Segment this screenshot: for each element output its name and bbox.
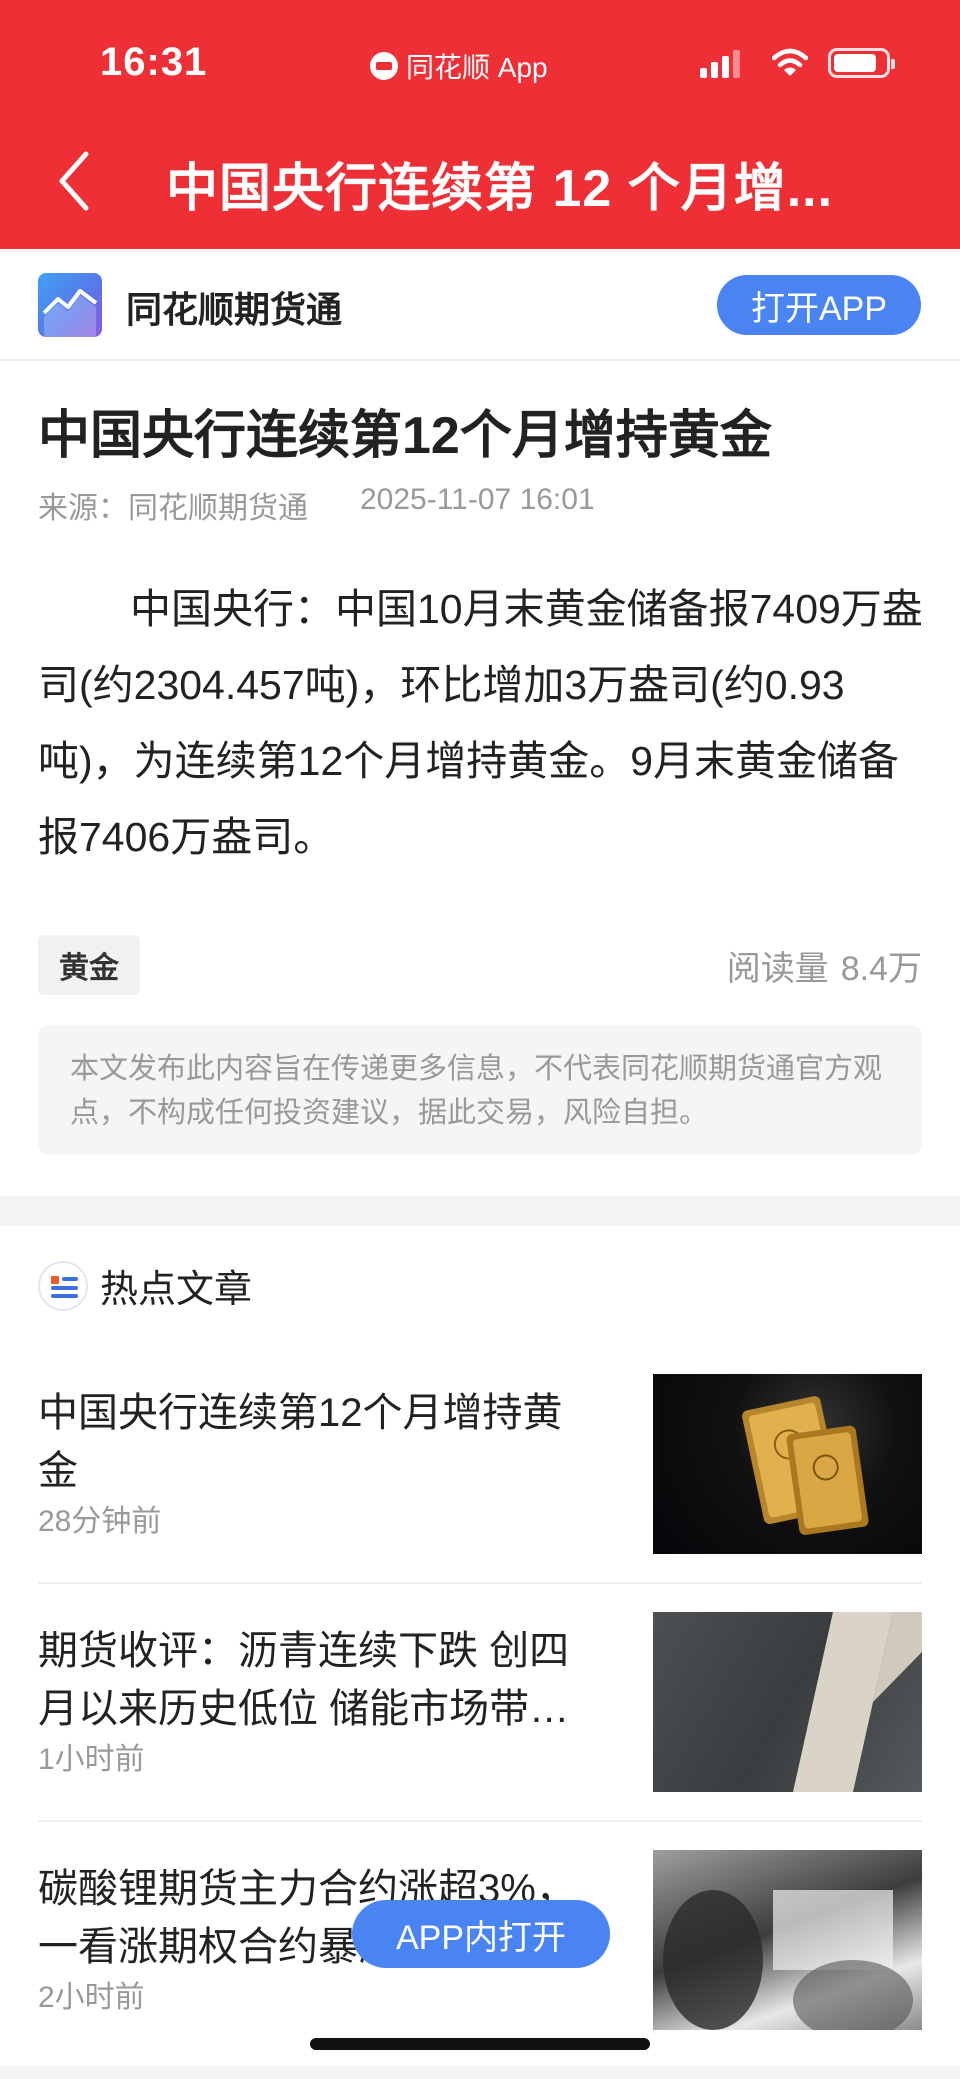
battery-icon: [828, 48, 895, 78]
article-body: 中国央行：中国10月末黄金储备报7409万盎司(约2304.457吨)，环比增加…: [38, 586, 923, 860]
disclaimer: 本文发布此内容旨在传递更多信息，不代表同花顺期货通官方观点，不构成任何投资建议，…: [38, 1025, 922, 1155]
hot-article-title: 期货收评：沥青连续下跌 创四月以来历史低位 储能市场带…: [38, 1629, 570, 1731]
cellular-signal-icon: [700, 50, 740, 78]
hot-article-time: 28分钟前: [38, 1505, 162, 1538]
read-count-label: 阅读量: [726, 949, 829, 988]
carrier-logo-icon: [370, 52, 398, 80]
read-count-value: 8.4万: [840, 949, 922, 988]
back-arrow-icon[interactable]: [50, 146, 100, 216]
carrier-label: 同花顺 App: [406, 52, 548, 83]
article-datetime: 2025-11-07 16:01: [360, 483, 595, 516]
app-logo-icon: [38, 273, 102, 337]
business-meeting-thumbnail: [653, 1850, 922, 2030]
article-meta: 来源：同花顺期货通 2025-11-07 16:01: [38, 483, 595, 527]
item-divider: [38, 1582, 922, 1584]
app-name: 同花顺期货通: [126, 289, 343, 330]
home-indicator: [310, 2038, 650, 2050]
open-app-button[interactable]: 打开APP: [717, 275, 921, 335]
hot-article-time: 1小时前: [38, 1743, 145, 1776]
status-time: 16:31: [100, 40, 208, 84]
item-divider: [38, 1820, 922, 1822]
app-banner: 同花顺期货通 打开APP: [0, 249, 960, 361]
article-source: 来源：同花顺期货通: [38, 492, 308, 525]
hot-articles-header: 热点文章: [38, 1258, 252, 1313]
hot-article-title: 中国央行连续第12个月增持黄金: [38, 1391, 563, 1493]
top-header: 16:31 同花顺 App 中国央行连续第 12 个月增...: [0, 0, 960, 249]
hot-articles-title: 热点文章: [100, 1269, 253, 1311]
article-title: 中国央行连续第12个月增持黄金: [38, 407, 772, 465]
article-tag[interactable]: 黄金: [38, 935, 140, 995]
hot-articles-icon: [38, 1260, 88, 1311]
status-carrier: 同花顺 App: [370, 46, 548, 86]
status-bar: 16:31 同花顺 App: [0, 0, 960, 126]
hot-article-item[interactable]: 期货收评：沥青连续下跌 创四月以来历史低位 储能市场带… 1小时前: [38, 1612, 922, 1792]
wifi-icon: [772, 48, 808, 76]
open-in-app-button[interactable]: APP内打开: [352, 1900, 610, 1968]
gold-bars-thumbnail: [653, 1374, 922, 1554]
read-count: 阅读量 8.4万: [727, 935, 922, 995]
hot-article-item[interactable]: 中国央行连续第12个月增持黄金 28分钟前: [38, 1374, 922, 1554]
article-card: 中国央行连续第12个月增持黄金 来源：同花顺期货通 2025-11-07 16:…: [0, 361, 960, 1196]
nav-title: 中国央行连续第 12 个月增...: [166, 160, 834, 218]
asphalt-road-thumbnail: [653, 1612, 922, 1792]
hot-article-time: 2小时前: [38, 1981, 145, 2014]
